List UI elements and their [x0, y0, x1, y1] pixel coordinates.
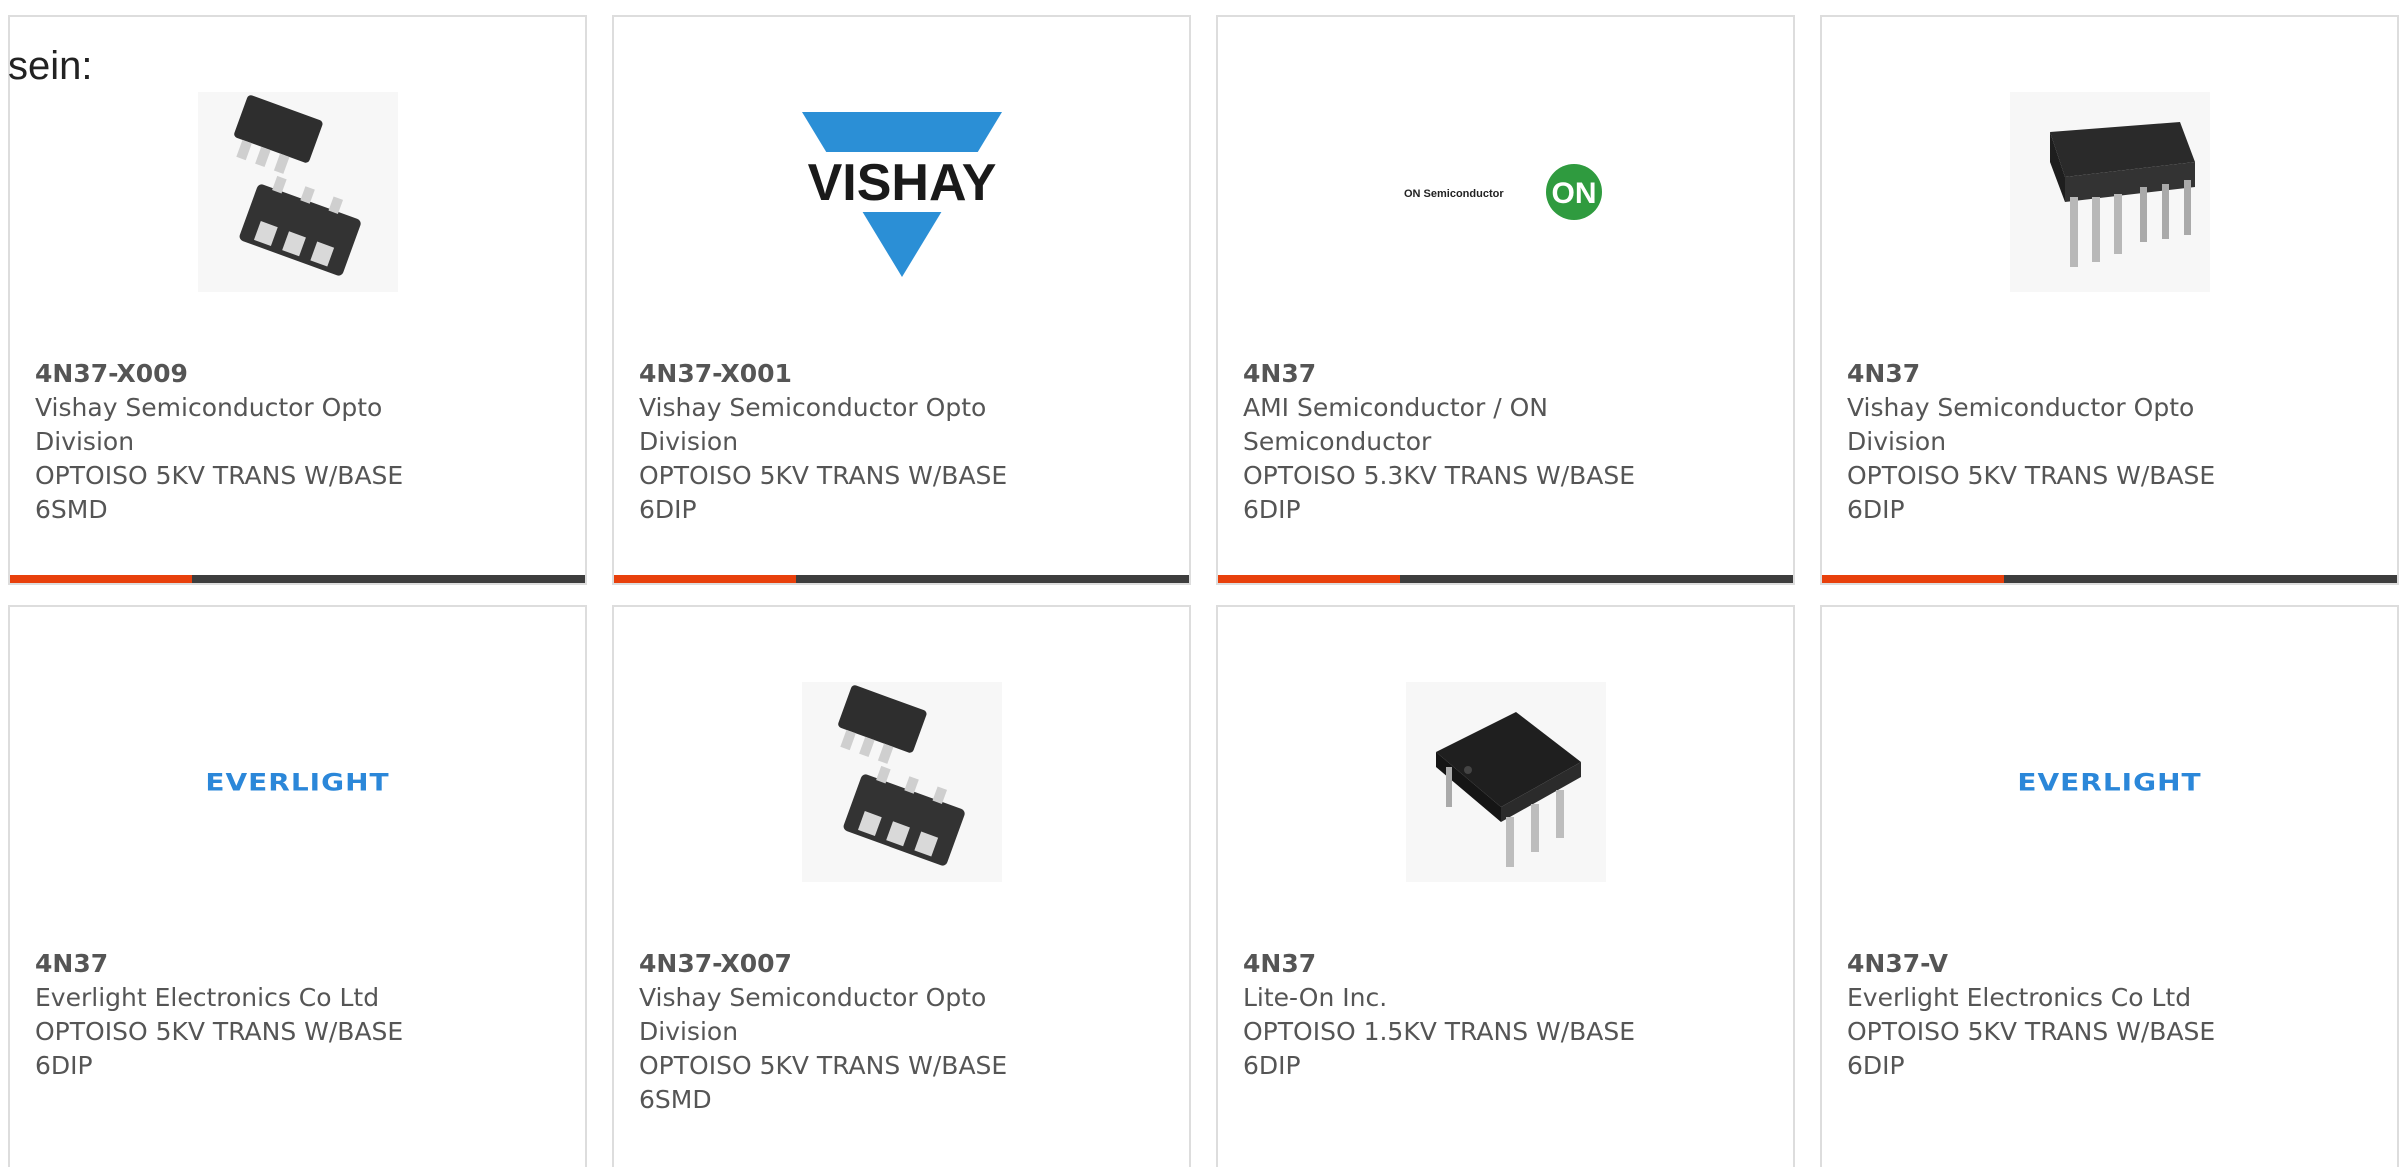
on-semiconductor-logo-icon: ON Semiconductor ON: [1404, 164, 1602, 220]
manufacturer-line1: Vishay Semiconductor Opto: [35, 393, 383, 422]
package: 6DIP: [35, 1051, 93, 1080]
product-info: 4N37 Vishay Semiconductor Opto Division …: [1847, 357, 2307, 527]
manufacturer-line2: Semiconductor: [1243, 427, 1432, 456]
manufacturer-line1: Lite-On Inc.: [1243, 983, 1388, 1012]
package: 6SMD: [639, 1085, 712, 1114]
manufacturer-line1: Vishay Semiconductor Opto: [639, 393, 987, 422]
manufacturer-line1: Everlight Electronics Co Ltd: [35, 983, 380, 1012]
product-info: 4N37-X009 Vishay Semiconductor Opto Divi…: [35, 357, 495, 527]
description: OPTOISO 5KV TRANS W/BASE: [639, 1051, 1008, 1080]
product-info: 4N37-X007 Vishay Semiconductor Opto Divi…: [639, 947, 1099, 1117]
product-card[interactable]: EVERLIGHT 4N37 Everlight Electronics Co …: [8, 605, 587, 1167]
package: 6DIP: [639, 495, 697, 524]
product-info: 4N37-X001 Vishay Semiconductor Opto Divi…: [639, 357, 1099, 527]
description: OPTOISO 5KV TRANS W/BASE: [35, 461, 404, 490]
part-number[interactable]: 4N37: [35, 947, 495, 981]
intro-text: sein:: [8, 44, 93, 88]
product-info: 4N37-V Everlight Electronics Co Ltd OPTO…: [1847, 947, 2307, 1083]
vishay-logo-text: VISHAY: [807, 154, 996, 212]
product-image[interactable]: ON Semiconductor ON: [1218, 72, 1793, 312]
product-image[interactable]: EVERLIGHT: [1822, 662, 2397, 902]
dip-chip-icon: [2009, 92, 2210, 292]
manufacturer-line2: Division: [1847, 427, 1947, 456]
product-card[interactable]: VISHAY 4N37-X001 Vishay Semiconductor Op…: [612, 15, 1191, 585]
card-bar: [1218, 575, 1793, 583]
description: OPTOISO 5KV TRANS W/BASE: [1847, 1017, 2216, 1046]
card-bar-accent: [1822, 575, 2004, 583]
description: OPTOISO 5KV TRANS W/BASE: [1847, 461, 2216, 490]
package: 6DIP: [1243, 495, 1301, 524]
part-number[interactable]: 4N37-X009: [35, 357, 495, 391]
manufacturer-line1: Vishay Semiconductor Opto: [1847, 393, 2195, 422]
card-bar-accent: [1218, 575, 1400, 583]
product-card[interactable]: 4N37-X009 Vishay Semiconductor Opto Divi…: [8, 15, 587, 585]
product-image[interactable]: [1822, 72, 2397, 312]
product-card[interactable]: 4N37 Lite-On Inc. OPTOISO 1.5KV TRANS W/…: [1216, 605, 1795, 1167]
package: 6DIP: [1847, 495, 1905, 524]
on-badge-text: ON: [1551, 177, 1596, 210]
product-image[interactable]: EVERLIGHT: [10, 662, 585, 902]
description: OPTOISO 5KV TRANS W/BASE: [35, 1017, 404, 1046]
manufacturer-line2: Division: [35, 427, 135, 456]
product-grid: 4N37-X009 Vishay Semiconductor Opto Divi…: [8, 15, 2399, 1167]
product-info: 4N37 Lite-On Inc. OPTOISO 1.5KV TRANS W/…: [1243, 947, 1703, 1083]
part-number[interactable]: 4N37: [1243, 947, 1703, 981]
package: 6SMD: [35, 495, 108, 524]
product-image[interactable]: [1218, 662, 1793, 902]
product-card[interactable]: EVERLIGHT 4N37-V Everlight Electronics C…: [1820, 605, 2399, 1167]
description: OPTOISO 5KV TRANS W/BASE: [639, 461, 1008, 490]
product-image[interactable]: [10, 72, 585, 312]
smd-chip-icon: [801, 682, 1002, 882]
product-card[interactable]: ON Semiconductor ON 4N37 AMI Semiconduct…: [1216, 15, 1795, 585]
product-info: 4N37 Everlight Electronics Co Ltd OPTOIS…: [35, 947, 495, 1083]
manufacturer-line2: Division: [639, 1017, 739, 1046]
small-dip-chip-icon: [1405, 682, 1606, 882]
manufacturer-line1: Everlight Electronics Co Ltd: [1847, 983, 2192, 1012]
card-bar: [1822, 575, 2397, 583]
manufacturer-line2: Division: [639, 427, 739, 456]
card-bar-accent: [10, 575, 192, 583]
part-number[interactable]: 4N37: [1243, 357, 1703, 391]
product-image[interactable]: VISHAY: [614, 72, 1189, 312]
on-semiconductor-logo-text: ON Semiconductor: [1404, 188, 1504, 200]
part-number[interactable]: 4N37-X001: [639, 357, 1099, 391]
product-image[interactable]: [614, 662, 1189, 902]
part-number[interactable]: 4N37: [1847, 357, 2307, 391]
package: 6DIP: [1847, 1051, 1905, 1080]
product-card[interactable]: 4N37-X007 Vishay Semiconductor Opto Divi…: [612, 605, 1191, 1167]
card-bar: [614, 575, 1189, 583]
everlight-logo-icon: EVERLIGHT: [205, 767, 390, 797]
product-card[interactable]: 4N37 Vishay Semiconductor Opto Division …: [1820, 15, 2399, 585]
vishay-logo-icon: VISHAY: [791, 112, 1012, 277]
manufacturer-line1: Vishay Semiconductor Opto: [639, 983, 987, 1012]
card-bar-accent: [614, 575, 796, 583]
part-number[interactable]: 4N37-X007: [639, 947, 1099, 981]
page: 4N37-X009 Vishay Semiconductor Opto Divi…: [0, 0, 2400, 1167]
everlight-logo-icon: EVERLIGHT: [2017, 767, 2202, 797]
part-number[interactable]: 4N37-V: [1847, 947, 2307, 981]
product-info: 4N37 AMI Semiconductor / ON Semiconducto…: [1243, 357, 1703, 527]
card-bar: [10, 575, 585, 583]
package: 6DIP: [1243, 1051, 1301, 1080]
smd-chip-icon: [197, 92, 398, 292]
description: OPTOISO 5.3KV TRANS W/BASE: [1243, 461, 1636, 490]
description: OPTOISO 1.5KV TRANS W/BASE: [1243, 1017, 1636, 1046]
manufacturer-line1: AMI Semiconductor / ON: [1243, 393, 1548, 422]
